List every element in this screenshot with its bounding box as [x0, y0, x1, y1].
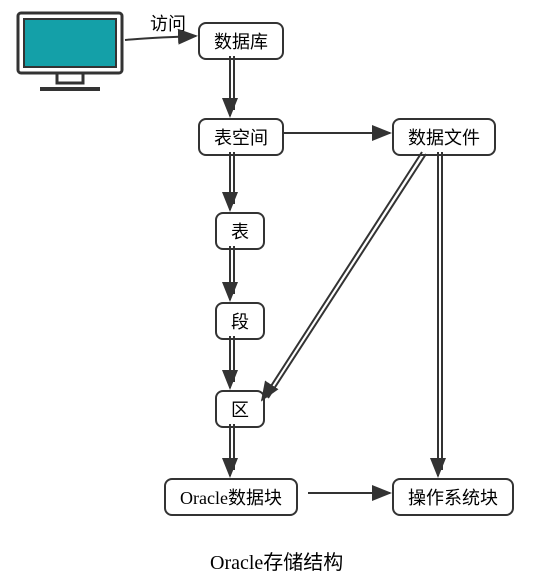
- monitor-icon: [15, 10, 125, 100]
- node-database: 数据库: [198, 22, 284, 60]
- node-segment: 段: [215, 302, 265, 340]
- node-tablespace: 表空间: [198, 118, 284, 156]
- node-oracle-block: Oracle数据块: [164, 478, 298, 516]
- diagram-caption: Oracle存储结构: [210, 546, 343, 575]
- node-extent: 区: [215, 390, 265, 428]
- node-table: 表: [215, 212, 265, 250]
- node-os-block: 操作系统块: [392, 478, 514, 516]
- node-datafile: 数据文件: [392, 118, 496, 156]
- edge-label-access: 访问: [148, 10, 188, 36]
